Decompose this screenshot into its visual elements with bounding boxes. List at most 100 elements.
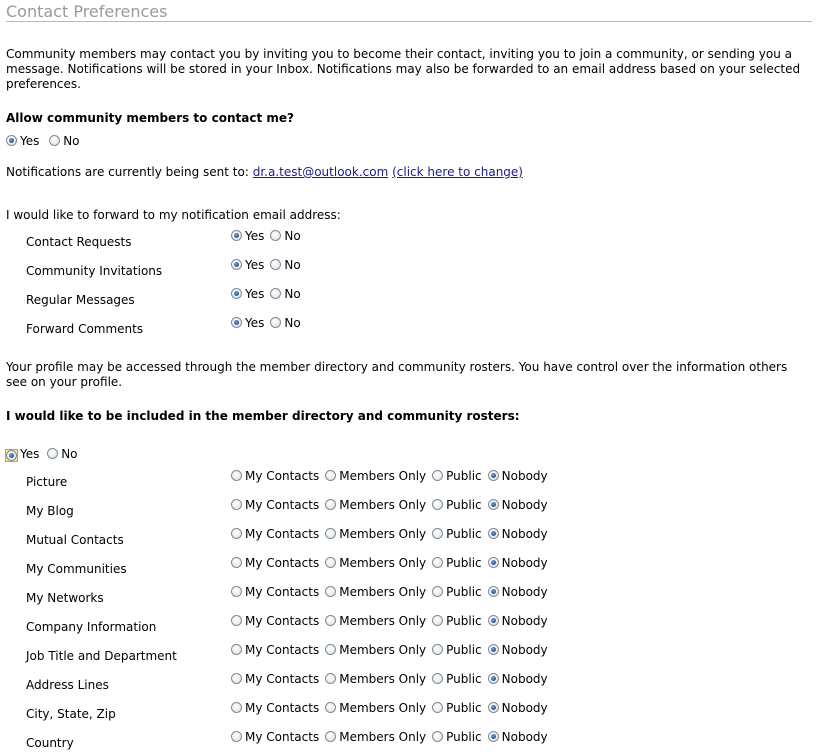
directory-my-blog-public-option[interactable]: Public: [432, 498, 482, 513]
directory-mutual-contacts-members-only-label[interactable]: Members Only: [339, 527, 426, 541]
directory-country-my-contacts-radio[interactable]: [231, 731, 242, 742]
directory-picture-members-only-option[interactable]: Members Only: [325, 469, 426, 484]
directory-yes-radio[interactable]: [6, 450, 17, 461]
directory-company-information-public-radio[interactable]: [432, 615, 444, 626]
directory-job-title-and-department-my-contacts-option[interactable]: My Contacts: [231, 643, 319, 658]
directory-company-information-my-contacts-radio[interactable]: [231, 615, 242, 626]
directory-mutual-contacts-my-contacts-label[interactable]: My Contacts: [245, 527, 319, 541]
allow-contact-yes-label[interactable]: Yes: [20, 134, 39, 148]
directory-picture-members-only-radio[interactable]: [325, 470, 337, 481]
directory-my-blog-my-contacts-radio[interactable]: [231, 499, 242, 510]
directory-picture-my-contacts-option[interactable]: My Contacts: [231, 469, 319, 484]
forward-regular-messages-no-radio[interactable]: [270, 288, 282, 299]
directory-city-state-zip-members-only-option[interactable]: Members Only: [325, 701, 426, 716]
directory-my-communities-members-only-label[interactable]: Members Only: [339, 556, 426, 570]
directory-mutual-contacts-public-option[interactable]: Public: [432, 527, 482, 542]
forward-regular-messages-no-option[interactable]: No: [270, 287, 301, 302]
directory-company-information-members-only-label[interactable]: Members Only: [339, 614, 426, 628]
directory-picture-nobody-radio[interactable]: [487, 470, 499, 481]
directory-city-state-zip-public-option[interactable]: Public: [432, 701, 482, 716]
directory-my-networks-my-contacts-radio[interactable]: [231, 586, 242, 597]
directory-my-blog-public-label[interactable]: Public: [446, 498, 482, 512]
directory-my-communities-my-contacts-option[interactable]: My Contacts: [231, 556, 319, 571]
directory-my-communities-public-option[interactable]: Public: [432, 556, 482, 571]
directory-picture-public-label[interactable]: Public: [446, 469, 482, 483]
directory-yes-focus[interactable]: [5, 449, 18, 462]
forward-regular-messages-yes-radio[interactable]: [231, 288, 242, 299]
directory-my-communities-public-label[interactable]: Public: [446, 556, 482, 570]
forward-forward-comments-no-label[interactable]: No: [284, 316, 300, 330]
directory-my-networks-public-option[interactable]: Public: [432, 585, 482, 600]
directory-company-information-my-contacts-option[interactable]: My Contacts: [231, 614, 319, 629]
directory-my-networks-public-label[interactable]: Public: [446, 585, 482, 599]
directory-mutual-contacts-nobody-radio[interactable]: [487, 528, 499, 539]
directory-address-lines-nobody-label[interactable]: Nobody: [502, 672, 548, 686]
forward-forward-comments-no-option[interactable]: No: [270, 316, 301, 331]
directory-mutual-contacts-public-label[interactable]: Public: [446, 527, 482, 541]
forward-community-invitations-yes-radio[interactable]: [231, 259, 242, 270]
directory-city-state-zip-public-label[interactable]: Public: [446, 701, 482, 715]
directory-company-information-my-contacts-label[interactable]: My Contacts: [245, 614, 319, 628]
directory-city-state-zip-nobody-label[interactable]: Nobody: [502, 701, 548, 715]
directory-country-nobody-option[interactable]: Nobody: [487, 730, 548, 745]
directory-company-information-members-only-radio[interactable]: [325, 615, 337, 626]
directory-my-communities-nobody-option[interactable]: Nobody: [487, 556, 548, 571]
directory-my-communities-members-only-radio[interactable]: [325, 557, 337, 568]
directory-country-members-only-label[interactable]: Members Only: [339, 730, 426, 744]
forward-regular-messages-no-label[interactable]: No: [284, 287, 300, 301]
directory-company-information-members-only-option[interactable]: Members Only: [325, 614, 426, 629]
directory-address-lines-nobody-option[interactable]: Nobody: [487, 672, 548, 687]
directory-country-public-option[interactable]: Public: [432, 730, 482, 745]
directory-picture-nobody-option[interactable]: Nobody: [487, 469, 548, 484]
directory-no-radio[interactable]: [47, 448, 59, 459]
directory-picture-public-radio[interactable]: [432, 470, 444, 481]
directory-address-lines-members-only-label[interactable]: Members Only: [339, 672, 426, 686]
directory-city-state-zip-my-contacts-label[interactable]: My Contacts: [245, 701, 319, 715]
allow-contact-no-option[interactable]: No: [49, 134, 80, 149]
directory-address-lines-members-only-radio[interactable]: [325, 673, 337, 684]
directory-job-title-and-department-public-radio[interactable]: [432, 644, 444, 655]
directory-address-lines-members-only-option[interactable]: Members Only: [325, 672, 426, 687]
directory-mutual-contacts-nobody-option[interactable]: Nobody: [487, 527, 548, 542]
directory-no-label[interactable]: No: [61, 447, 77, 461]
directory-address-lines-public-radio[interactable]: [432, 673, 444, 684]
directory-address-lines-my-contacts-label[interactable]: My Contacts: [245, 672, 319, 686]
directory-my-communities-my-contacts-radio[interactable]: [231, 557, 242, 568]
directory-mutual-contacts-members-only-option[interactable]: Members Only: [325, 527, 426, 542]
directory-picture-public-option[interactable]: Public: [432, 469, 482, 484]
forward-contact-requests-yes-option[interactable]: Yes: [231, 229, 264, 244]
directory-job-title-and-department-public-option[interactable]: Public: [432, 643, 482, 658]
forward-contact-requests-yes-radio[interactable]: [231, 230, 242, 241]
allow-contact-no-radio[interactable]: [49, 135, 61, 146]
directory-yes-label[interactable]: Yes: [20, 447, 39, 461]
forward-community-invitations-no-label[interactable]: No: [284, 258, 300, 272]
directory-country-public-radio[interactable]: [432, 731, 444, 742]
directory-city-state-zip-my-contacts-option[interactable]: My Contacts: [231, 701, 319, 716]
directory-city-state-zip-my-contacts-radio[interactable]: [231, 702, 242, 713]
directory-job-title-and-department-members-only-label[interactable]: Members Only: [339, 643, 426, 657]
forward-community-invitations-yes-label[interactable]: Yes: [245, 258, 264, 272]
directory-my-blog-public-radio[interactable]: [432, 499, 444, 510]
directory-my-networks-members-only-radio[interactable]: [325, 586, 337, 597]
directory-country-nobody-radio[interactable]: [487, 731, 499, 742]
directory-my-blog-my-contacts-label[interactable]: My Contacts: [245, 498, 319, 512]
forward-contact-requests-no-label[interactable]: No: [284, 229, 300, 243]
directory-company-information-nobody-radio[interactable]: [487, 615, 499, 626]
directory-city-state-zip-nobody-radio[interactable]: [487, 702, 499, 713]
directory-my-communities-public-radio[interactable]: [432, 557, 444, 568]
directory-job-title-and-department-members-only-radio[interactable]: [325, 644, 337, 655]
directory-job-title-and-department-my-contacts-radio[interactable]: [231, 644, 242, 655]
directory-my-communities-nobody-radio[interactable]: [487, 557, 499, 568]
directory-country-public-label[interactable]: Public: [446, 730, 482, 744]
forward-community-invitations-yes-option[interactable]: Yes: [231, 258, 264, 273]
directory-country-my-contacts-label[interactable]: My Contacts: [245, 730, 319, 744]
allow-contact-yes-radio[interactable]: [6, 135, 17, 146]
directory-address-lines-public-option[interactable]: Public: [432, 672, 482, 687]
directory-my-networks-members-only-label[interactable]: Members Only: [339, 585, 426, 599]
directory-picture-members-only-label[interactable]: Members Only: [339, 469, 426, 483]
forward-regular-messages-yes-option[interactable]: Yes: [231, 287, 264, 302]
forward-contact-requests-yes-label[interactable]: Yes: [245, 229, 264, 243]
directory-my-networks-my-contacts-label[interactable]: My Contacts: [245, 585, 319, 599]
directory-picture-nobody-label[interactable]: Nobody: [502, 469, 548, 483]
forward-forward-comments-no-radio[interactable]: [270, 317, 282, 328]
